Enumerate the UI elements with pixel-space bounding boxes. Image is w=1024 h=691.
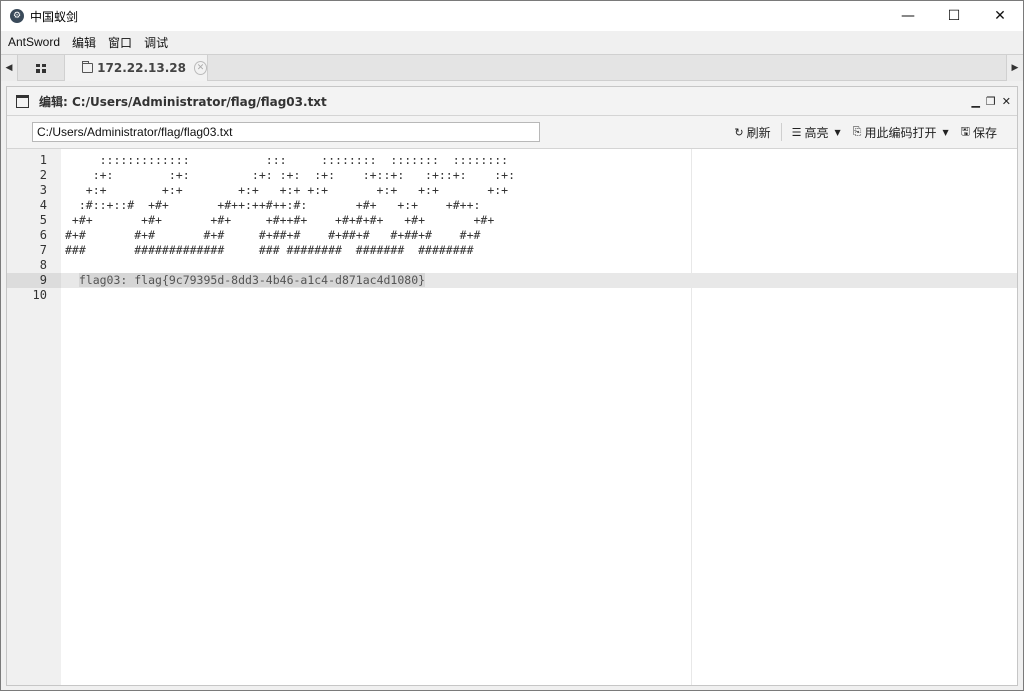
editor-lines: 1 ::::::::::::: ::: :::::::: ::::::: :::… [7,153,1017,303]
antsword-window: ⚙ 中国蚁剑 — ☐ ✕ AntSword 编辑 窗口 调试 ◀ 172.22.… [0,0,1024,691]
line-number: 4 [39,198,47,212]
toolbar-divider [780,123,782,141]
menu-antsword[interactable]: AntSword [1,35,66,49]
line-number: 6 [39,228,47,242]
code-line[interactable]: 6 #+# #+# #+# #+##+# #+##+# #+##+# #+# [7,228,1017,243]
refresh-button[interactable]: ↻ 刷新 [728,124,776,141]
panel-controls: ▁ ❐ ✕ [971,87,1011,115]
grid-icon [36,63,46,73]
editor-toolbar: ↻ 刷新 ☰ 高亮 ▼ ⎘ 用此编码打开 ▼ 🖫 保存 [7,116,1017,149]
line-number: 1 [39,153,47,167]
chevron-down-icon: ▼ [942,127,949,137]
chevron-down-icon: ▼ [834,127,841,137]
file-path-input[interactable] [32,122,540,142]
panel-minimize-icon[interactable]: ▁ [971,95,979,108]
highlight-dropdown[interactable]: ☰ 高亮 ▼ [786,124,847,141]
code-line[interactable]: 8 [7,258,1017,273]
tab-scroll-left-icon[interactable]: ◀ [1,55,18,81]
save-label: 保存 [972,125,997,140]
highlight-label: 高亮 [804,125,829,140]
line-number: 8 [39,258,47,272]
panel-header: 编辑: C:/Users/Administrator/flag/flag03.t… [7,87,1017,116]
save-button[interactable]: 🖫 保存 [955,123,1003,142]
line-text: ::::::::::::: ::: :::::::: ::::::: :::::… [65,153,509,167]
code-line-active[interactable]: 9 flag03: flag{9c79395d-8dd3-4b46-a1c4-d… [7,273,1017,288]
menu-bar: AntSword 编辑 窗口 调试 [1,31,1023,53]
tab-close-icon[interactable]: ✕ [194,61,207,75]
line-text: flag03: flag{9c79395d-8dd3-4b46-a1c4-d87… [65,273,426,288]
menu-debug[interactable]: 调试 [138,34,174,51]
toolbar-actions: ↻ 刷新 ☰ 高亮 ▼ ⎘ 用此编码打开 ▼ 🖫 保存 [728,116,1003,148]
flag-text: flag03: flag{9c79395d-8dd3-4b46-a1c4-d87… [78,273,426,287]
line-text: #+# #+# #+# #+##+# #+##+# #+##+# #+# [65,228,481,242]
refresh-label: 刷新 [746,125,771,140]
line-text: +:+ +:+ +:+ +:+ +:+ +:+ +:+ +:+ [65,183,509,197]
maximize-button[interactable]: ☐ [931,1,977,31]
title-bar: ⚙ 中国蚁剑 — ☐ ✕ [1,1,1023,31]
antsword-logo-icon: ⚙ [10,9,24,23]
line-text: :#::+::# +#+ +#++:++#++:#: +#+ +:+ +#++: [65,198,481,212]
window-title: 中国蚁剑 [30,9,79,24]
tab-scroll-right-icon[interactable]: ▶ [1006,55,1023,81]
tab-shell-172-22-13-28[interactable]: 172.22.13.28 ✕ [65,55,208,81]
code-line[interactable]: 5 +#+ +#+ +#+ +#++#+ +#+#+#+ +#+ +#+ [7,213,1017,228]
minimize-button[interactable]: — [885,1,931,31]
code-line[interactable]: 4 :#::+::# +#+ +#++:++#++:#: +#+ +:+ +#+… [7,198,1017,213]
line-text: :+: :+: :+: :+: :+: :+::+: :+::+: :+: [65,168,516,182]
code-line[interactable]: 3 +:+ +:+ +:+ +:+ +:+ +:+ +:+ +:+ [7,183,1017,198]
save-icon: 🖫 [960,124,970,138]
line-number: 2 [39,168,47,182]
line-number: 7 [39,243,47,257]
refresh-icon: ↻ [734,125,744,139]
code-line[interactable]: 1 ::::::::::::: ::: :::::::: ::::::: :::… [7,153,1017,168]
line-text: +#+ +#+ +#+ +#++#+ +#+#+#+ +#+ +#+ [65,213,495,227]
line-number: 10 [32,288,47,302]
line-text: ### ############# ### ######## ####### #… [65,243,474,257]
line-number: 9 [7,273,61,288]
code-line[interactable]: 2 :+: :+: :+: :+: :+: :+::+: :+::+: :+: [7,168,1017,183]
tab-label: 172.22.13.28 [97,61,186,75]
code-editor[interactable]: 1 ::::::::::::: ::: :::::::: ::::::: :::… [7,149,1017,685]
encoding-icon: ⎘ [852,125,862,138]
close-button[interactable]: ✕ [977,1,1023,31]
list-icon: ☰ [791,125,802,139]
code-line[interactable]: 10 [7,288,1017,303]
code-line[interactable]: 7 ### ############# ### ######## ####### … [7,243,1017,258]
tab-strip: ◀ 172.22.13.28 ✕ ▶ [1,54,1023,81]
panel-restore-icon[interactable]: ❐ [986,95,996,108]
menu-edit[interactable]: 编辑 [66,34,102,51]
open-with-encoding-dropdown[interactable]: ⎘ 用此编码打开 ▼ [847,124,955,141]
tab-home[interactable] [18,55,65,81]
window-controls: — ☐ ✕ [885,1,1023,31]
window-icon [16,94,29,108]
panel-title: 编辑: C:/Users/Administrator/flag/flag03.t… [39,94,327,109]
folder-icon [82,61,94,73]
line-number: 3 [39,183,47,197]
open-with-encoding-label: 用此编码打开 [864,125,937,140]
menu-window[interactable]: 窗口 [102,34,138,51]
panel-close-icon[interactable]: ✕ [1002,95,1011,108]
editor-panel: 编辑: C:/Users/Administrator/flag/flag03.t… [6,86,1018,686]
line-number: 5 [39,213,47,227]
